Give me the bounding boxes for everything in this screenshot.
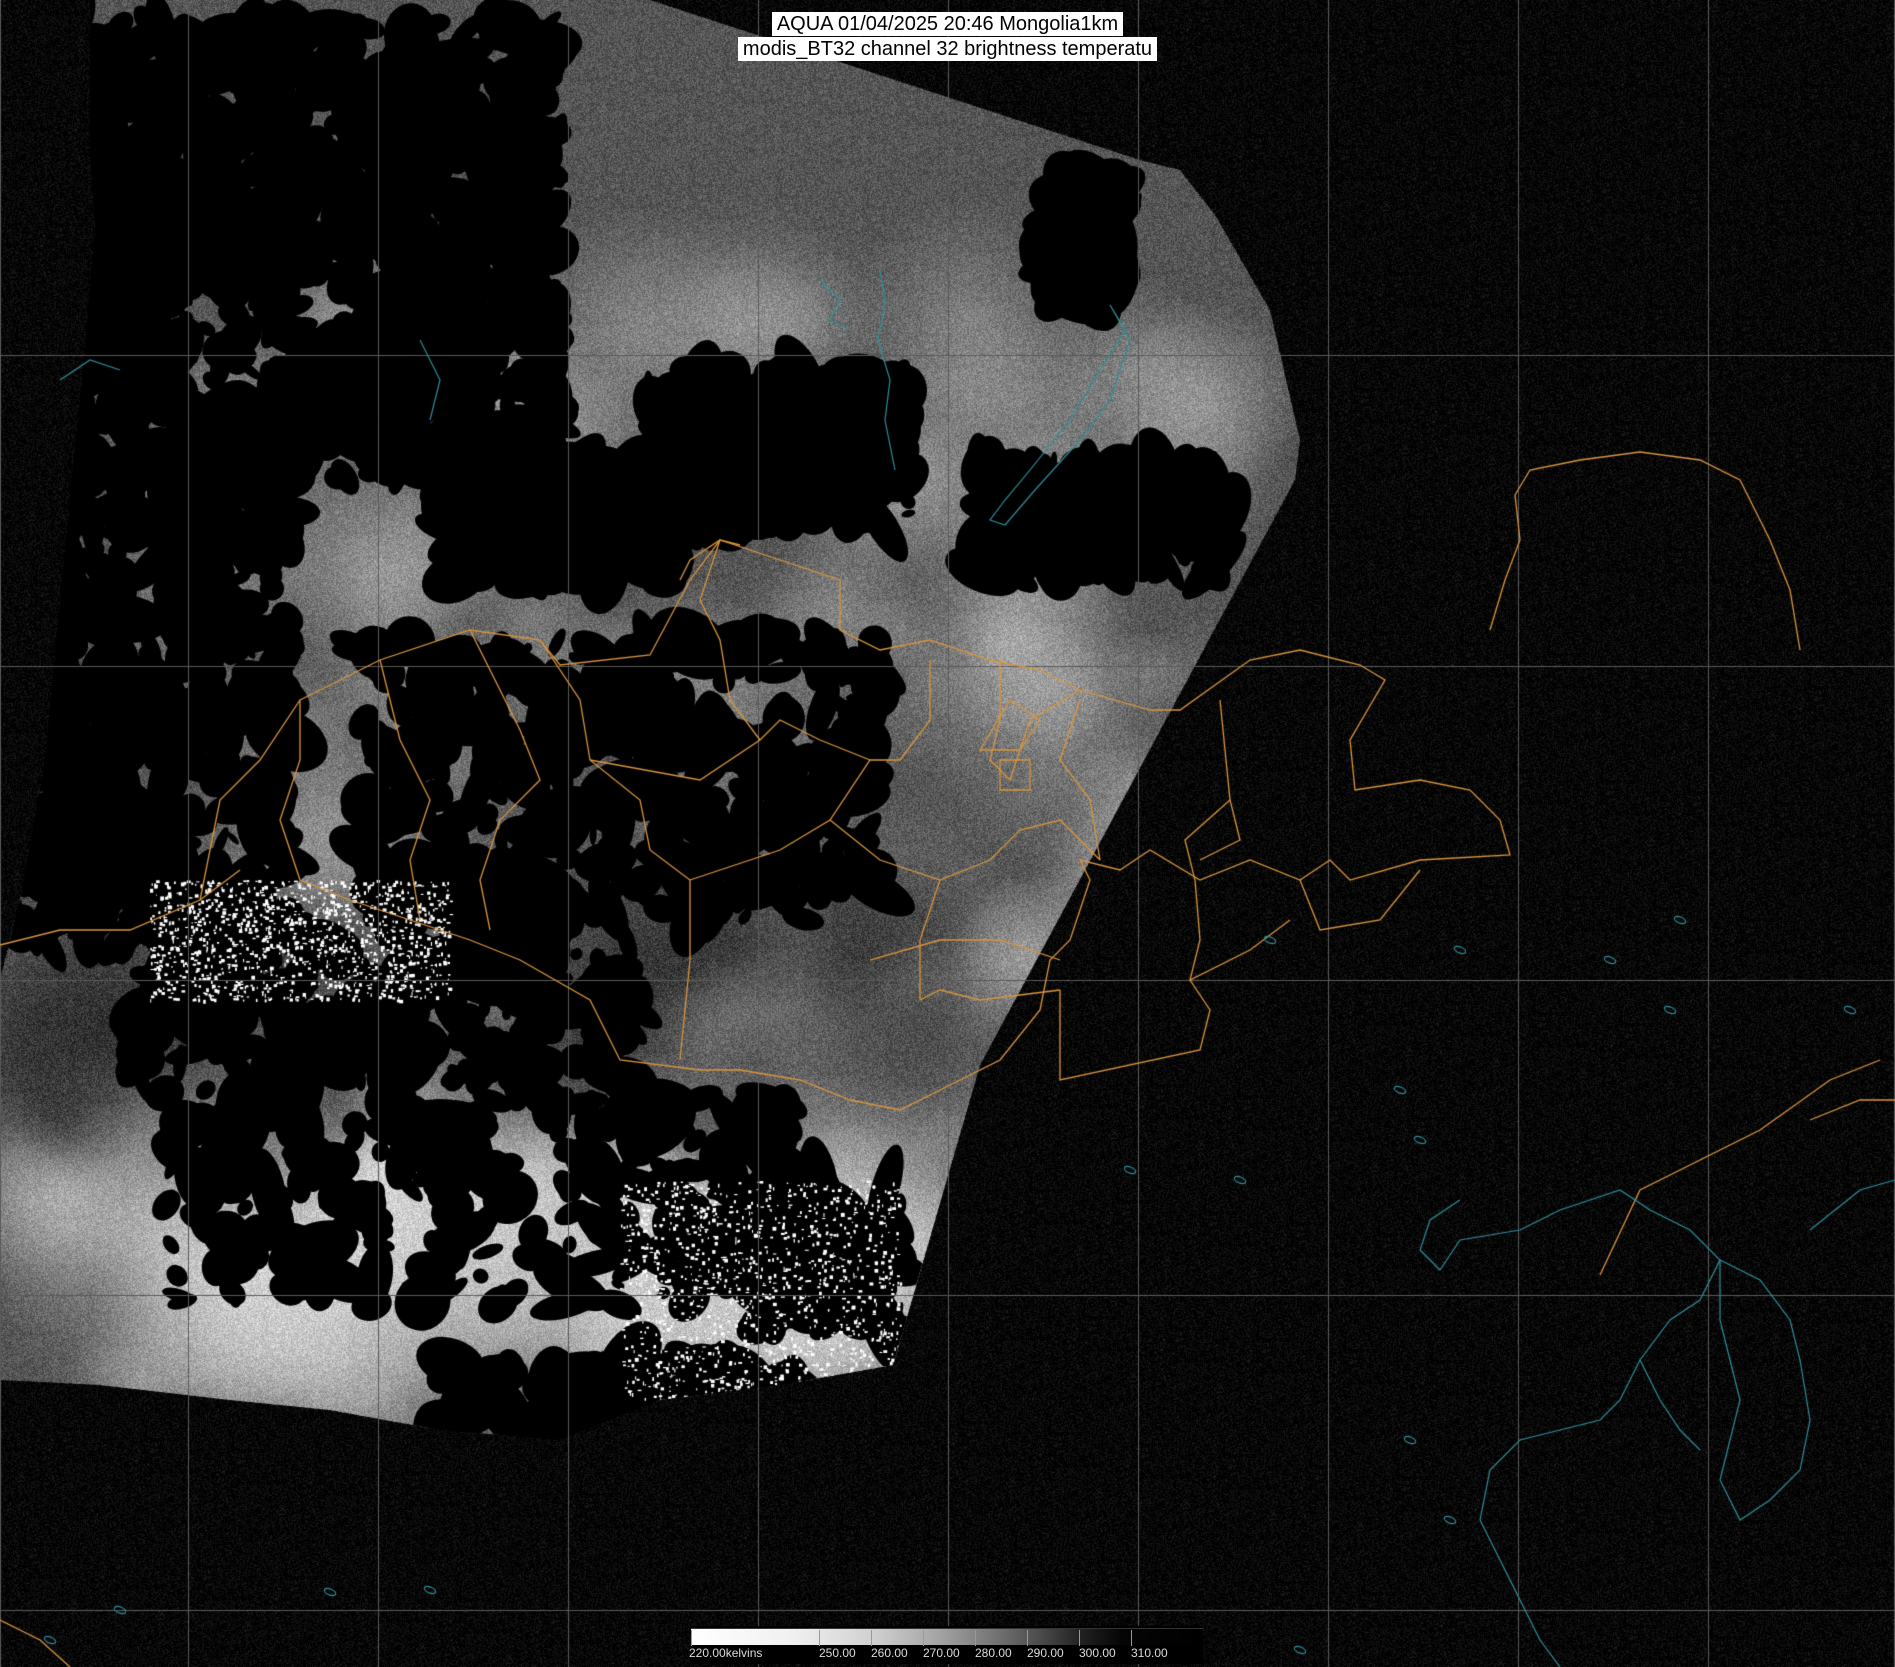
colorbar-label: 300.00 bbox=[1079, 1646, 1116, 1660]
colorbar-label: 220.00kelvins bbox=[689, 1646, 763, 1660]
colorbar-label: 290.00 bbox=[1027, 1646, 1064, 1660]
colorbar bbox=[691, 1628, 1203, 1645]
colorbar-label: 250.00 bbox=[819, 1646, 856, 1660]
satellite-map bbox=[0, 0, 1895, 1667]
colorbar-tick bbox=[1027, 1630, 1028, 1646]
colorbar-label: 270.00 bbox=[923, 1646, 960, 1660]
colorbar-label: 280.00 bbox=[975, 1646, 1012, 1660]
colorbar-tick bbox=[871, 1630, 872, 1646]
colorbar-tick bbox=[923, 1630, 924, 1646]
colorbar-tick bbox=[975, 1630, 976, 1646]
colorbar-tick bbox=[819, 1630, 820, 1646]
colorbar-tick bbox=[1079, 1630, 1080, 1646]
colorbar-tick bbox=[691, 1630, 692, 1646]
colorbar-label: 260.00 bbox=[871, 1646, 908, 1660]
colorbar-legend: 220.00kelvins 250.00 260.00 270.00 280.0… bbox=[689, 1626, 1203, 1664]
colorbar-label: 310.00 bbox=[1131, 1646, 1168, 1660]
colorbar-tick bbox=[1131, 1630, 1132, 1646]
